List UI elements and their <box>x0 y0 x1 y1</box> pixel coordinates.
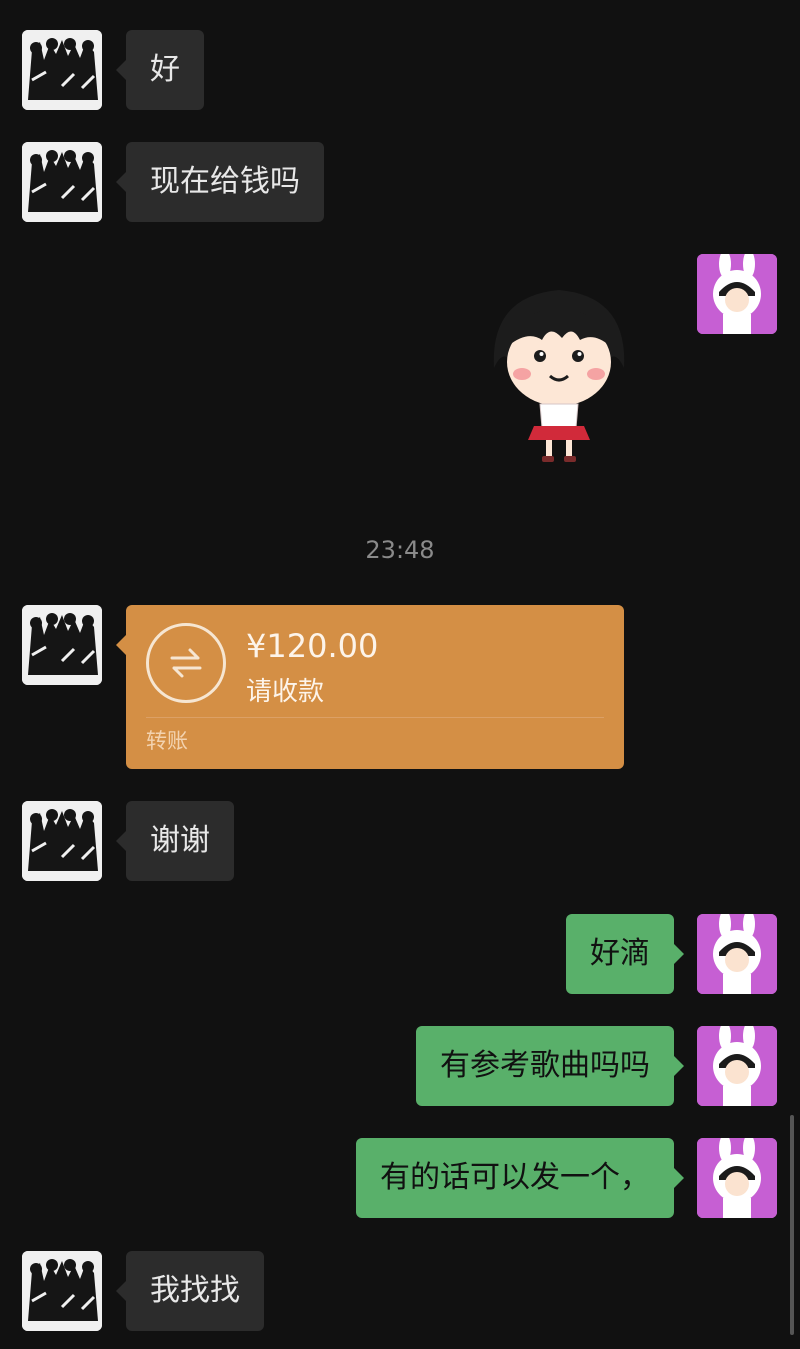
transfer-arrows-icon <box>146 623 226 703</box>
incoming-message-bubble[interactable]: 好 <box>116 30 204 110</box>
outgoing-message-bubble[interactable]: 有参考歌曲吗吗 <box>416 1026 684 1106</box>
group-photo-icon <box>22 801 102 881</box>
scrollbar[interactable] <box>790 1115 794 1335</box>
contact-avatar[interactable] <box>22 605 102 685</box>
bunny-hood-girl-icon <box>697 254 777 334</box>
group-photo-icon <box>22 30 102 110</box>
incoming-message-bubble[interactable]: 现在给钱吗 <box>116 142 324 222</box>
bunny-hood-girl-icon <box>697 914 777 994</box>
transfer-amount: ¥120.00 <box>246 627 379 665</box>
outgoing-message-bubble[interactable]: 好滴 <box>566 914 684 994</box>
cartoon-girl-sticker[interactable] <box>484 276 634 466</box>
contact-avatar[interactable] <box>22 1251 102 1331</box>
bunny-hood-girl-icon <box>697 1138 777 1218</box>
group-photo-icon <box>22 605 102 685</box>
contact-avatar[interactable] <box>22 142 102 222</box>
group-photo-icon <box>22 1251 102 1331</box>
contact-avatar[interactable] <box>22 801 102 881</box>
divider <box>146 717 604 718</box>
my-avatar[interactable] <box>697 914 777 994</box>
timestamp: 23:48 <box>365 536 435 564</box>
incoming-message-bubble[interactable]: 谢谢 <box>116 801 234 881</box>
outgoing-message-bubble[interactable]: 有的话可以发一个， <box>356 1138 684 1218</box>
my-avatar[interactable] <box>697 254 777 334</box>
incoming-message-bubble[interactable]: 我找找 <box>116 1251 264 1331</box>
bunny-hood-girl-icon <box>697 1026 777 1106</box>
transfer-card[interactable]: ¥120.00 请收款 转账 <box>116 605 624 769</box>
my-avatar[interactable] <box>697 1026 777 1106</box>
group-photo-icon <box>22 142 102 222</box>
my-avatar[interactable] <box>697 1138 777 1218</box>
contact-avatar[interactable] <box>22 30 102 110</box>
transfer-note: 请收款 <box>246 677 325 707</box>
transfer-label: 转账 <box>146 729 188 753</box>
